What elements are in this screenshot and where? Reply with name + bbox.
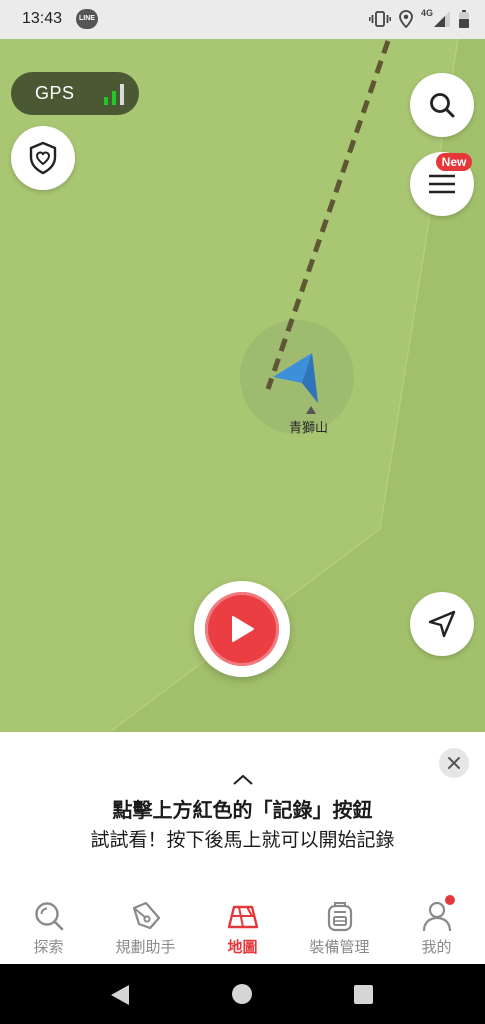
gps-label: GPS [35, 83, 75, 103]
hamburger-menu-icon [429, 174, 455, 194]
notification-dot [445, 895, 455, 905]
navigation-arrow-icon [428, 610, 456, 638]
nav-label: 規劃助手 [115, 938, 176, 956]
gps-signal-icon [104, 84, 124, 105]
explore-search-icon [34, 902, 63, 931]
tip-sheet: 點擊上方紅色的「記錄」按鈕 試試看！按下後馬上就可以開始記錄 [0, 732, 485, 882]
back-icon[interactable] [110, 984, 130, 1006]
shield-heart-icon [29, 141, 57, 175]
sheet-title: 點擊上方紅色的「記錄」按鈕 [112, 798, 373, 822]
signal-icon [434, 11, 450, 27]
pen-plan-icon [132, 901, 160, 930]
new-badge: New [436, 153, 472, 171]
chevron-up-icon[interactable] [232, 774, 254, 786]
close-icon [448, 757, 460, 769]
status-time: 13:43 [22, 10, 63, 27]
search-button[interactable] [410, 73, 474, 137]
line-app-icon: LINE [76, 9, 98, 29]
battery-icon [459, 10, 469, 28]
record-button-inner [205, 592, 279, 666]
close-sheet-button[interactable] [439, 748, 469, 778]
nav-item-explore[interactable]: 探索 [0, 882, 97, 964]
nav-item-planner[interactable]: 規劃助手 [97, 882, 194, 964]
locate-me-button[interactable] [410, 592, 474, 656]
status-bar: 13:43 LINE 4G [0, 0, 485, 39]
recent-apps-icon[interactable] [354, 985, 373, 1004]
search-icon [430, 93, 455, 118]
status-icons: 4G [369, 8, 469, 30]
system-navigation-bar [0, 964, 485, 1024]
nav-label: 我的 [421, 938, 452, 956]
vibrate-icon [369, 11, 391, 27]
gps-status-pill[interactable]: GPS [11, 72, 139, 115]
nav-item-gear[interactable]: 裝備管理 [291, 882, 388, 964]
location-icon [399, 10, 413, 28]
home-icon[interactable] [232, 984, 252, 1004]
network-type: 4G [420, 8, 433, 18]
play-icon [232, 616, 254, 642]
peak-label[interactable]: 青獅山 [289, 417, 328, 436]
nav-item-map[interactable]: 地圖 [194, 882, 291, 964]
nav-label: 裝備管理 [309, 938, 370, 956]
record-button[interactable] [194, 581, 290, 677]
safety-shield-button[interactable] [11, 126, 75, 190]
peak-marker-icon [306, 406, 316, 414]
map-icon [227, 905, 258, 929]
nav-label: 地圖 [227, 938, 258, 956]
map-view[interactable]: GPS New 青獅山 [0, 39, 485, 732]
backpack-icon [327, 902, 352, 932]
bottom-navigation: 探索 規劃助手 地圖 裝備管理 我的 [0, 882, 485, 964]
sheet-subtitle: 試試看！按下後馬上就可以開始記錄 [90, 829, 395, 851]
nav-label: 探索 [33, 938, 64, 956]
nav-item-mine[interactable]: 我的 [388, 882, 485, 964]
